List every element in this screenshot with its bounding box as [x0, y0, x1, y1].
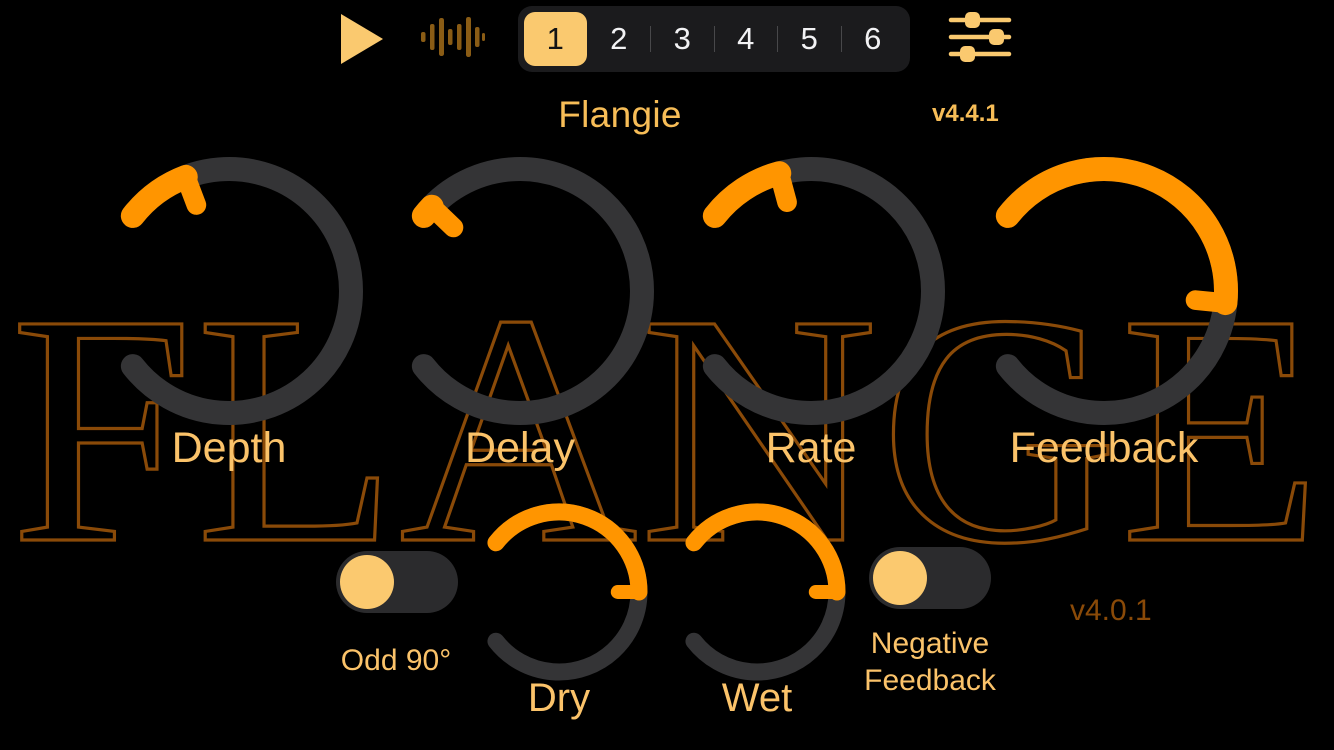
knob-rate[interactable]	[657, 137, 965, 445]
knob-track	[702, 157, 945, 425]
knob-value-arc	[487, 503, 648, 601]
toggle-thumb	[340, 555, 394, 609]
waveform-button[interactable]	[416, 14, 488, 64]
preset-button-1[interactable]: 1	[524, 12, 587, 66]
knob-indicator	[421, 196, 464, 238]
toggle-label-negative-feedback: Negative Feedback	[864, 627, 996, 697]
play-button[interactable]	[330, 10, 392, 68]
preset-button-4[interactable]: 4	[715, 12, 778, 66]
header-version-label: v4.4.1	[932, 100, 999, 127]
knob-label-delay: Delay	[465, 424, 575, 472]
knob-label-rate: Rate	[765, 424, 857, 472]
knob-depth[interactable]	[75, 137, 383, 445]
app-title: Flangie	[558, 94, 682, 135]
knob-label-dry: Dry	[527, 676, 591, 720]
knob-label-wet: Wet	[721, 676, 793, 720]
knob-delay[interactable]	[366, 137, 674, 445]
knob-indicator	[1185, 290, 1237, 314]
footer-version-label: v4.0.1	[1070, 594, 1152, 627]
knob-indicator	[769, 162, 797, 213]
knob-indicator	[175, 165, 207, 215]
toggle-label-odd-90: Odd 90°	[340, 644, 452, 677]
preset-button-5[interactable]: 5	[778, 12, 841, 66]
toolbar: 123456	[0, 0, 1334, 78]
sliders-icon	[947, 9, 1013, 70]
knob-value-arc	[685, 503, 846, 601]
knob-track	[411, 157, 654, 425]
play-triangle-icon	[335, 11, 387, 67]
preset-button-6[interactable]: 6	[842, 12, 905, 66]
plugin-window: FLANGE 1 2 3 4 5 6 Flangie v4.4.1 v4.0.1…	[0, 0, 1334, 750]
preset-selector[interactable]: 123456	[518, 6, 910, 72]
knob-value-arc	[995, 157, 1238, 316]
preset-button-2[interactable]: 2	[588, 12, 651, 66]
settings-button[interactable]	[942, 8, 1018, 70]
preset-button-3[interactable]: 3	[651, 12, 714, 66]
toggle-negative-feedback[interactable]	[869, 547, 991, 609]
knob-label-feedback: Feedback	[1009, 424, 1199, 472]
knob-value-arc	[702, 161, 792, 228]
audio-waveform-icon	[419, 15, 485, 64]
knob-label-depth: Depth	[171, 424, 287, 472]
toggle-thumb	[873, 551, 927, 605]
toggle-odd-90[interactable]	[336, 551, 458, 613]
knob-track	[120, 157, 363, 425]
knob-feedback[interactable]	[950, 137, 1258, 445]
